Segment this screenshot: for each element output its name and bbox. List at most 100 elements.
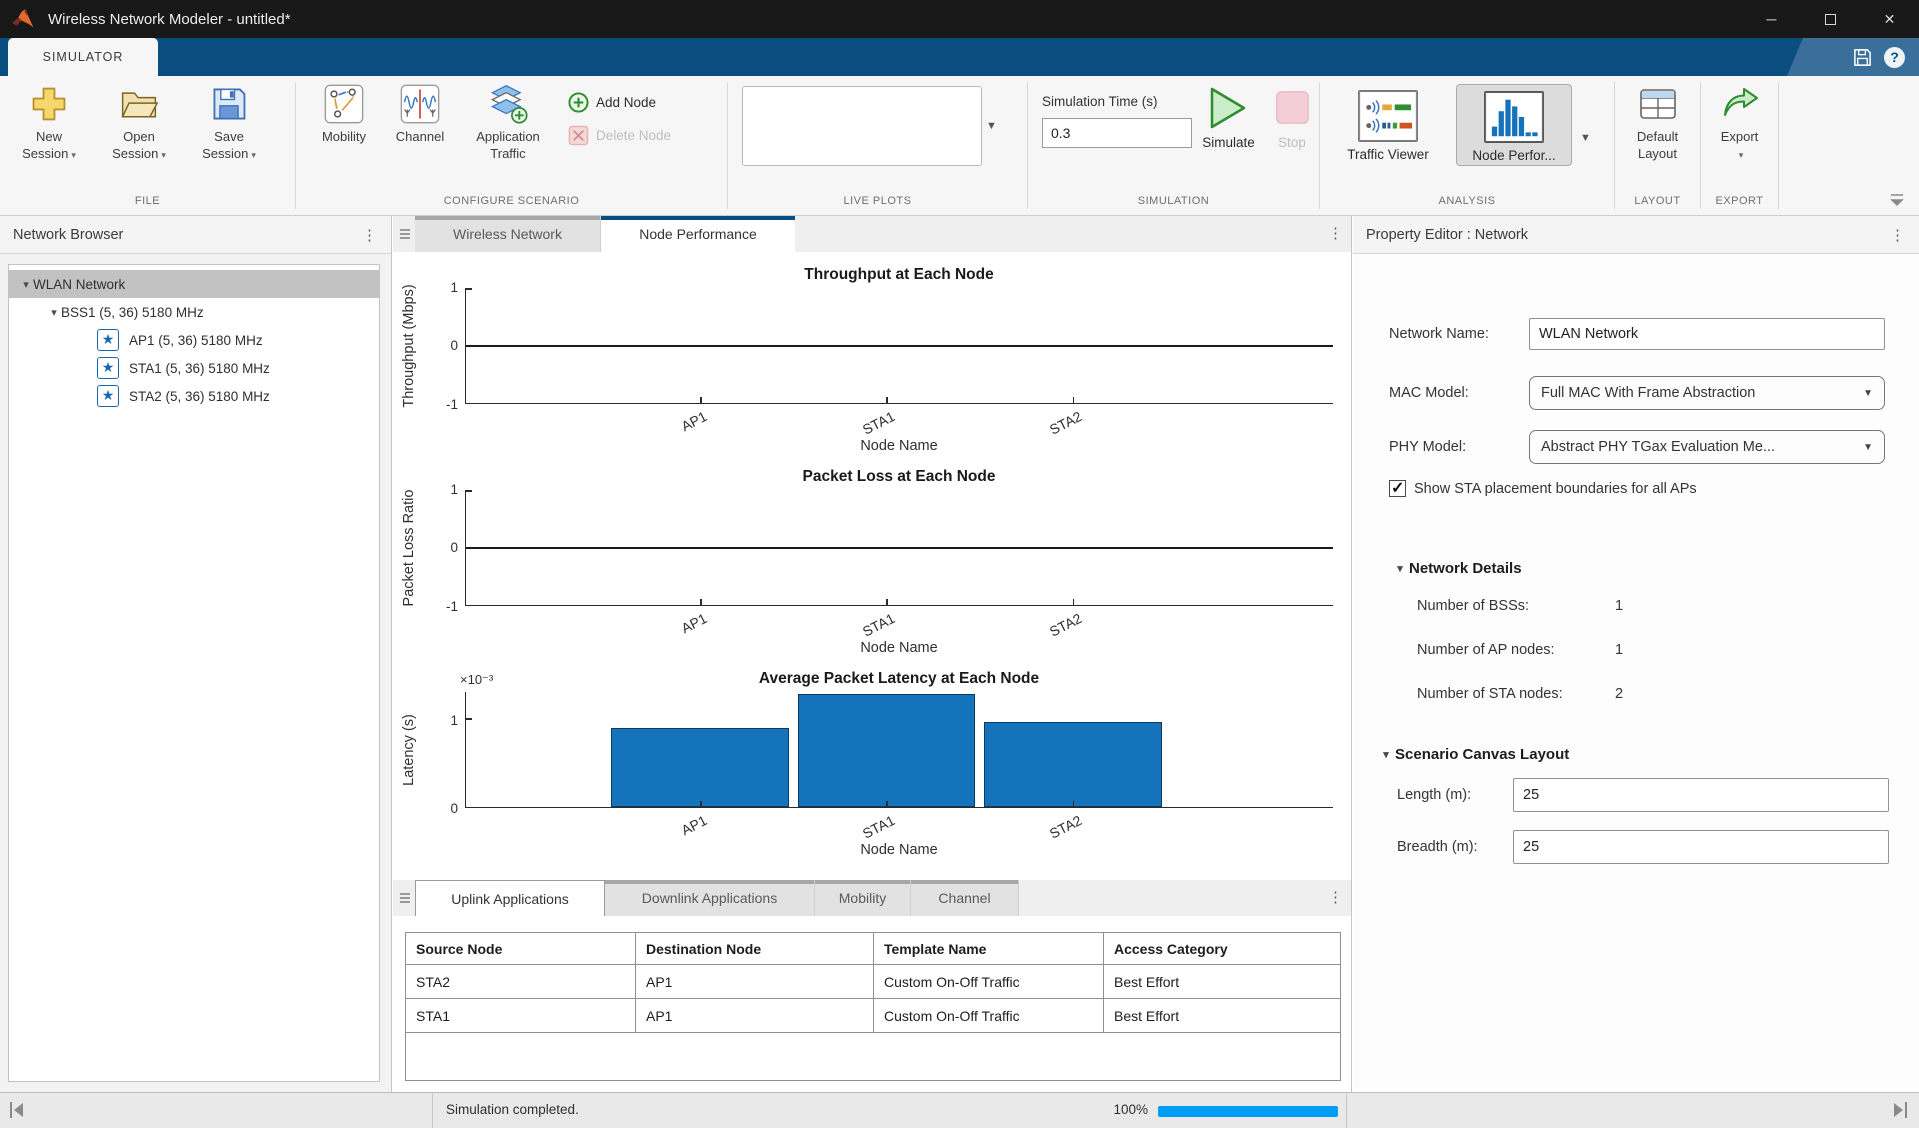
mobility-button[interactable]: Mobility xyxy=(306,76,382,145)
quick-save-icon[interactable] xyxy=(1853,48,1872,67)
default-layout-button[interactable]: Default Layout xyxy=(1618,76,1698,162)
collapse-toolstrip-icon[interactable] xyxy=(1889,193,1905,207)
section-label-simulation: SIMULATION xyxy=(1028,191,1319,215)
save-session-button[interactable]: Save Session▾ xyxy=(184,76,274,164)
section-collapse-icon: ▾ xyxy=(1393,562,1407,575)
sta-count-label: Number of STA nodes: xyxy=(1417,686,1563,702)
progress-percent-label: 100% xyxy=(1096,1102,1148,1117)
tree-item-wlan-network[interactable]: ▾ WLAN Network xyxy=(9,270,379,298)
export-button[interactable]: Export ▾ xyxy=(1704,76,1776,164)
channel-button[interactable]: Channel xyxy=(382,76,458,145)
tree-item-ap1[interactable]: ★ AP1 (5, 36) 5180 MHz xyxy=(9,326,379,354)
tree-item-sta1[interactable]: ★ STA1 (5, 36) 5180 MHz xyxy=(9,354,379,382)
x-axis-label: Node Name xyxy=(465,438,1333,460)
latency-bar-sta2 xyxy=(984,722,1162,807)
x-axis-label: Node Name xyxy=(465,842,1333,864)
tab-wireless-network[interactable]: Wireless Network xyxy=(415,216,601,252)
x-tick-ap1: AP1 xyxy=(679,812,710,838)
network-details-section-header[interactable]: ▾ Network Details xyxy=(1393,560,1522,577)
add-node-button[interactable]: Add Node xyxy=(568,92,671,113)
simulate-icon xyxy=(1208,86,1250,130)
property-editor-menu-icon[interactable]: ⋮ xyxy=(1886,226,1909,244)
new-session-button[interactable]: New Session▾ xyxy=(4,76,94,164)
titlebar: Wireless Network Modeler - untitled* ─ ✕ xyxy=(0,0,1919,38)
section-file: New Session▾ Open Session▾ xyxy=(0,76,295,215)
bss-count-label: Number of BSSs: xyxy=(1417,598,1529,614)
table-row[interactable]: STA2 AP1 Custom On-Off Traffic Best Effo… xyxy=(406,965,1341,999)
chart-title: Packet Loss at Each Node xyxy=(465,468,1333,490)
analysis-gallery-dropdown[interactable]: ▼ xyxy=(1580,132,1591,144)
tab-drag-handle-icon[interactable] xyxy=(393,216,415,252)
section-layout: Default Layout LAYOUT xyxy=(1615,76,1700,215)
toolstrip: New Session▾ Open Session▾ xyxy=(0,76,1919,216)
chevron-down-icon: ▾ xyxy=(1739,150,1744,160)
latency-bar-ap1 xyxy=(611,728,789,807)
sta-boundaries-label: Show STA placement boundaries for all AP… xyxy=(1414,481,1697,497)
plot-area xyxy=(465,288,1333,404)
y-tick: 0 xyxy=(450,540,458,555)
length-input[interactable] xyxy=(1513,778,1889,812)
scenario-canvas-section-header[interactable]: ▾ Scenario Canvas Layout xyxy=(1379,746,1569,763)
applications-tabbar-menu-icon[interactable]: ⋮ xyxy=(1328,888,1343,906)
node-performance-charts: Throughput at Each Node Throughput (Mbps… xyxy=(393,252,1351,870)
phy-model-label: PHY Model: xyxy=(1389,439,1529,455)
phy-model-select[interactable]: Abstract PHY TGax Evaluation Me... ▼ xyxy=(1529,430,1885,464)
x-tick-sta2: STA2 xyxy=(1046,610,1084,640)
column-header: Source Node xyxy=(406,933,636,965)
tab-mobility[interactable]: Mobility xyxy=(815,880,911,916)
node-performance-icon xyxy=(1484,91,1544,143)
y-tick: 1 xyxy=(450,713,458,728)
tab-simulator[interactable]: SIMULATOR xyxy=(8,38,158,76)
sta-boundaries-checkbox[interactable] xyxy=(1389,480,1406,497)
tree-item-bss1[interactable]: ▾ BSS1 (5, 36) 5180 MHz xyxy=(9,298,379,326)
maximize-button[interactable] xyxy=(1801,0,1860,38)
y-tick: -1 xyxy=(446,599,458,614)
latency-bar-sta1 xyxy=(798,694,976,807)
live-plots-dropdown[interactable]: ▼ xyxy=(986,120,997,132)
quick-access-bar: ? xyxy=(1787,38,1919,76)
tree-item-sta2[interactable]: ★ STA2 (5, 36) 5180 MHz xyxy=(9,382,379,410)
close-button[interactable]: ✕ xyxy=(1860,0,1919,38)
y-axis-multiplier: ×10⁻³ xyxy=(460,672,493,688)
chevron-down-icon: ▾ xyxy=(71,150,76,160)
live-plots-gallery[interactable] xyxy=(742,86,982,166)
traffic-viewer-button[interactable]: Traffic Viewer xyxy=(1330,84,1446,164)
application-traffic-button[interactable]: Application Traffic xyxy=(458,76,558,162)
plot-area: ×10⁻³ xyxy=(465,692,1333,808)
tree-expand-icon[interactable]: ▾ xyxy=(47,306,61,319)
application-traffic-label: Application xyxy=(476,129,540,144)
add-node-icon xyxy=(568,92,589,113)
help-icon[interactable]: ? xyxy=(1884,47,1905,68)
collapse-right-panel-icon[interactable] xyxy=(1891,1100,1909,1120)
simulation-time-input[interactable] xyxy=(1042,118,1192,148)
network-name-label: Network Name: xyxy=(1389,326,1529,342)
status-bar: Simulation completed. 100% xyxy=(0,1092,1919,1128)
matlab-logo xyxy=(11,8,35,30)
tab-node-performance[interactable]: Node Performance xyxy=(601,216,795,252)
collapse-left-panel-icon[interactable] xyxy=(8,1100,26,1120)
tab-channel[interactable]: Channel xyxy=(911,880,1019,916)
simulation-time-label: Simulation Time (s) xyxy=(1042,94,1192,109)
table-row[interactable]: STA1 AP1 Custom On-Off Traffic Best Effo… xyxy=(406,999,1341,1033)
tree-expand-icon[interactable]: ▾ xyxy=(19,278,33,291)
section-live-plots: ▼ LIVE PLOTS xyxy=(728,76,1027,215)
minimize-button[interactable]: ─ xyxy=(1742,0,1801,38)
traffic-viewer-label: Traffic Viewer xyxy=(1347,147,1429,162)
x-tick-ap1: AP1 xyxy=(679,610,710,636)
document-tabbar-menu-icon[interactable]: ⋮ xyxy=(1328,224,1343,242)
tab-drag-handle-icon[interactable] xyxy=(393,880,415,916)
breadth-input[interactable] xyxy=(1513,830,1889,864)
simulate-label: Simulate xyxy=(1202,135,1255,150)
node-performance-button[interactable]: Node Perfor... xyxy=(1456,84,1572,166)
simulate-button[interactable]: Simulate xyxy=(1192,76,1265,150)
chart-title: Average Packet Latency at Each Node xyxy=(465,670,1333,692)
open-session-button[interactable]: Open Session▾ xyxy=(94,76,184,164)
column-header: Template Name xyxy=(874,933,1104,965)
network-browser-menu-icon[interactable]: ⋮ xyxy=(358,226,381,244)
tab-uplink-applications[interactable]: Uplink Applications xyxy=(415,880,605,916)
x-tick-sta1: STA1 xyxy=(860,610,898,640)
tab-downlink-applications[interactable]: Downlink Applications xyxy=(605,880,815,916)
network-name-input[interactable] xyxy=(1529,318,1885,350)
mac-model-select[interactable]: Full MAC With Frame Abstraction ▼ xyxy=(1529,376,1885,410)
default-layout-label: Default xyxy=(1637,129,1678,144)
